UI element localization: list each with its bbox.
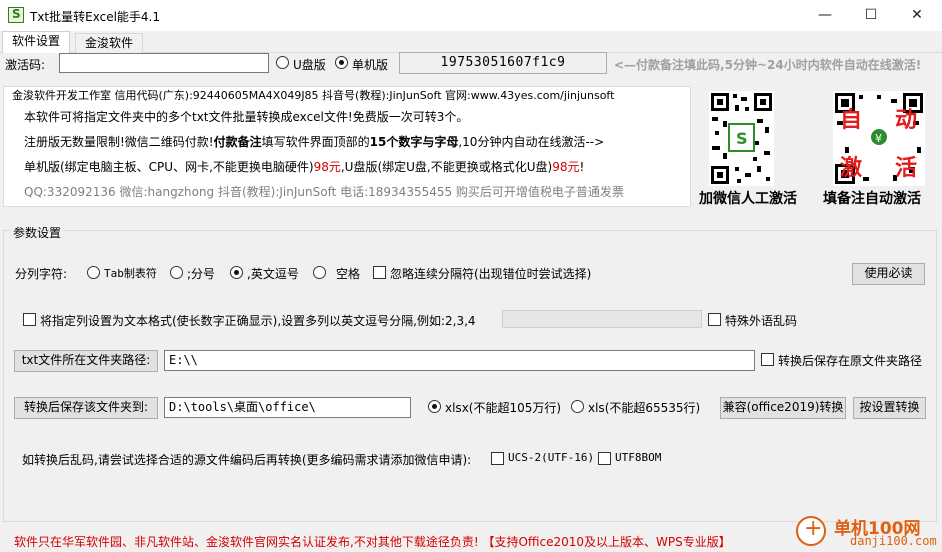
svg-text:¥: ¥	[875, 132, 882, 145]
pay-qr-overlay-3: 激	[840, 156, 863, 181]
tab-jinjun[interactable]: 金浚软件	[75, 33, 144, 53]
encoding-hint: 如转换后乱码,请尝试选择合适的源文件编码后再转换(更多编码需求请添加微信申请):	[22, 453, 472, 467]
save-original-checkbox[interactable]	[761, 353, 774, 366]
usb-version-label: U盘版	[293, 58, 326, 72]
machine-code-box[interactable]: 19753051607f1c9	[399, 52, 607, 74]
pay-qr-overlay-2: 动	[895, 108, 918, 133]
info-line-2: 注册版无数量限制!微信二维码付款!付款备注填写软件界面顶部的15个数字与字母,1…	[24, 135, 605, 149]
single-version-label: 单机版	[352, 58, 389, 72]
destination-folder-input[interactable]: D:\tools\桌面\office\	[164, 397, 411, 418]
wechat-qr-caption: 加微信人工激活	[699, 191, 797, 207]
delimiter-space-radio[interactable]	[313, 266, 326, 279]
ucs2-encoding-checkbox[interactable]	[491, 452, 504, 465]
info-line-4: QQ:332092136 微信:hangzhong 抖音(教程):JinJunS…	[24, 185, 624, 199]
pay-qr-overlay-4: 活	[895, 156, 918, 181]
watermark-logo-icon	[796, 516, 826, 546]
watermark-url: danji100.com	[850, 534, 937, 548]
source-folder-input[interactable]: E:\\	[164, 350, 755, 371]
activation-notice: <—付款备注填此码,5分钟~24小时内软件自动在线激活!	[614, 58, 922, 72]
info-line-3: 单机版(绑定电脑主板、CPU、网卡,不能更换电脑硬件)98元,U盘版(绑定U盘,…	[24, 160, 585, 174]
window-title: Txt批量转Excel能手4.1	[30, 10, 161, 24]
utf8bom-encoding-label: UTF8BOM	[615, 451, 662, 464]
xls-format-radio[interactable]	[571, 400, 584, 413]
single-version-radio[interactable]	[335, 56, 348, 69]
tab-settings[interactable]: 软件设置	[2, 31, 71, 53]
activation-code-input[interactable]	[59, 53, 269, 73]
text-format-checkbox[interactable]	[23, 313, 36, 326]
ignore-consecutive-checkbox[interactable]	[373, 266, 386, 279]
xlsx-format-label: xlsx(不能超105万行)	[445, 401, 562, 415]
text-format-label: 将指定列设置为文本格式(使长数字正确显示),设置多列以英文逗号分隔,例如:2,3…	[40, 314, 476, 328]
svg-text:S: S	[736, 129, 748, 148]
xlsx-format-radio[interactable]	[428, 400, 441, 413]
help-button[interactable]: 使用必读	[852, 263, 925, 285]
delimiter-semicolon-label: ;分号	[187, 267, 216, 281]
delimiter-semicolon-radio[interactable]	[170, 266, 183, 279]
compat-convert-button[interactable]: 兼容(office2019)转换	[720, 397, 846, 419]
pay-qr-caption: 填备注自动激活	[823, 191, 921, 207]
maximize-button[interactable]: ☐	[848, 0, 894, 31]
delimiter-tab-label: Tab制表符	[104, 267, 157, 280]
delimiter-comma-radio[interactable]	[230, 266, 243, 279]
foreign-garble-checkbox[interactable]	[708, 313, 721, 326]
studio-header: 金浚软件开发工作室 信用代码(广东):92440605MA4X049J85 抖音…	[12, 89, 615, 102]
wechat-qr-code: S	[709, 91, 774, 186]
info-line-1: 本软件可将指定文件夹中的多个txt文件批量转换成excel文件!免费版一次可转3…	[24, 110, 469, 124]
footer-notice: 软件只在华军软件园、非凡软件站、金浚软件官网实名认证发布,不对其他下载途径负责!…	[14, 535, 731, 549]
usb-version-radio[interactable]	[276, 56, 289, 69]
ignore-consecutive-label: 忽略连续分隔符(出现错位时尝试选择)	[390, 267, 592, 281]
convert-button[interactable]: 按设置转换	[853, 397, 926, 419]
source-folder-button[interactable]: txt文件所在文件夹路径:	[14, 350, 158, 372]
xls-format-label: xls(不能超65535行)	[588, 401, 701, 415]
delimiter-label: 分列字符:	[15, 267, 68, 281]
pay-qr-overlay-1: 自	[840, 108, 863, 133]
minimize-button[interactable]: —	[802, 0, 848, 31]
delimiter-comma-label: ,英文逗号	[247, 267, 299, 281]
params-group-label: 参数设置	[10, 224, 65, 241]
delimiter-tab-radio[interactable]	[87, 266, 100, 279]
activation-label: 激活码:	[5, 58, 46, 72]
delimiter-space-label: 空格	[336, 267, 361, 281]
utf8bom-encoding-checkbox[interactable]	[598, 452, 611, 465]
save-original-label: 转换后保存在原文件夹路径	[778, 354, 923, 368]
destination-folder-button[interactable]: 转换后保存该文件夹到:	[14, 397, 158, 419]
ucs2-encoding-label: UCS-2(UTF-16)	[508, 451, 595, 464]
foreign-garble-label: 特殊外语乱码	[725, 314, 798, 328]
close-button[interactable]: ✕	[894, 0, 940, 31]
app-icon	[8, 7, 24, 23]
text-format-columns-input[interactable]	[502, 310, 702, 328]
